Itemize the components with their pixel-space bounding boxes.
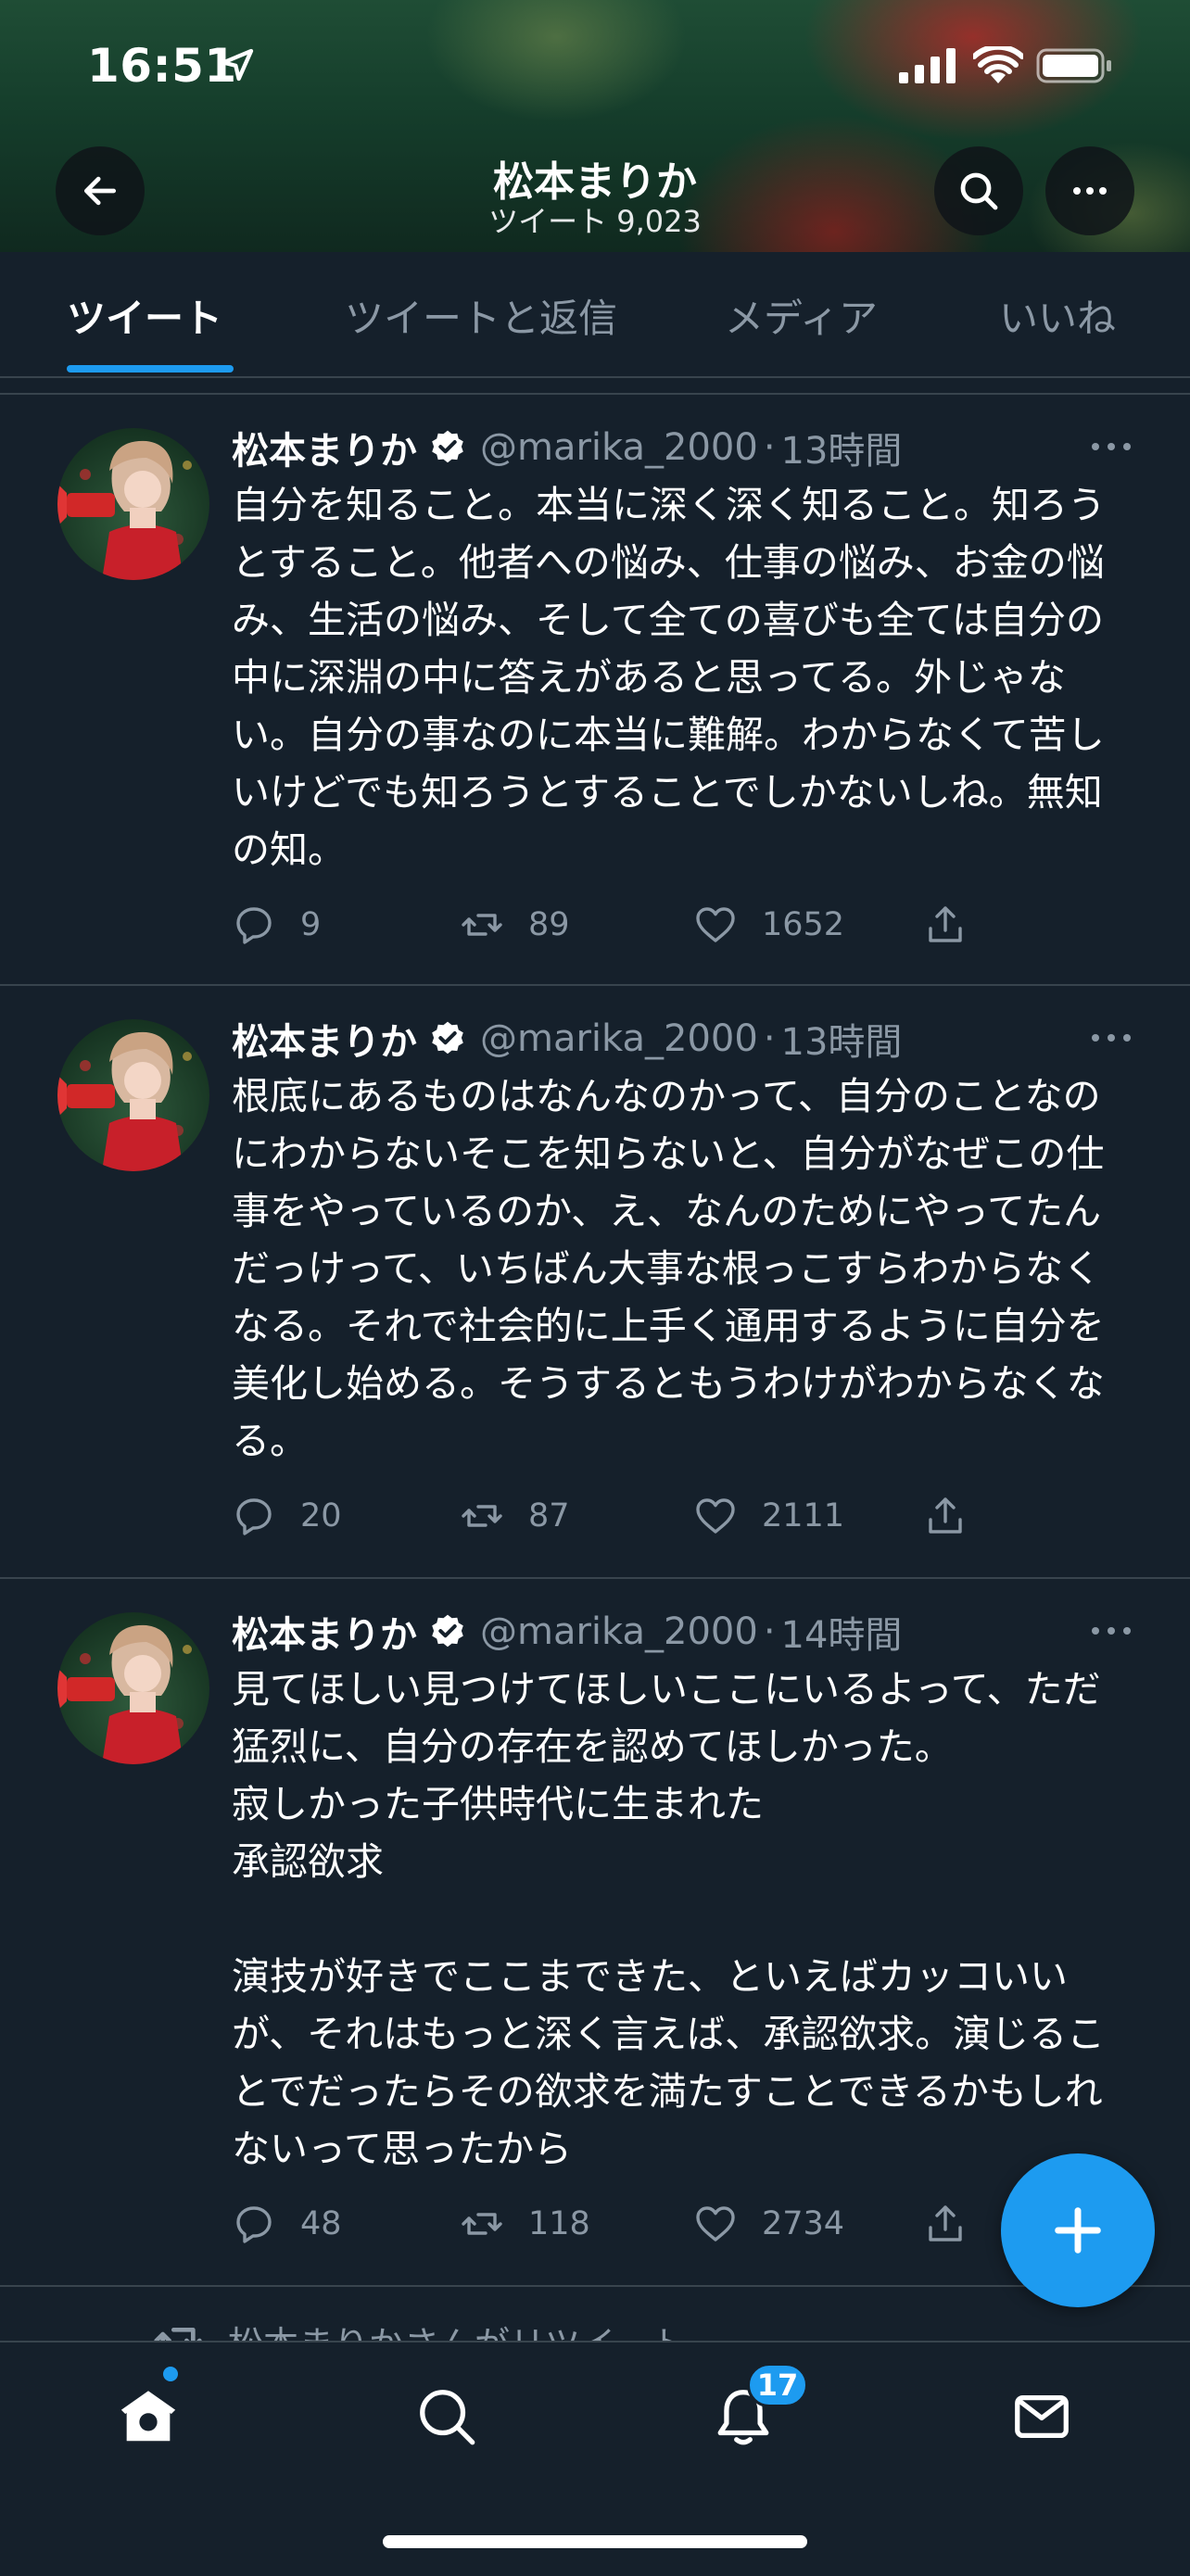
share-button[interactable] — [923, 897, 968, 953]
reply-button[interactable]: 48 — [232, 2196, 342, 2252]
avatar[interactable] — [57, 1612, 209, 1764]
tab-tweets-and-replies[interactable]: ツイートと返信 — [345, 287, 617, 344]
tweet-text: 自分を知ること。本当に深く深く知ること。知ろうとすること。他者への悩み、仕事の悩… — [232, 483, 1106, 872]
retweet-icon — [462, 2213, 502, 2235]
author-handle[interactable]: @marika_2000 — [480, 1017, 758, 1060]
search-icon — [420, 2390, 475, 2445]
tweet-time[interactable]: 13時間 — [781, 1012, 903, 1066]
like-icon — [696, 907, 735, 942]
share-button[interactable] — [923, 2196, 968, 2252]
author-name[interactable]: 松本まりか — [232, 1012, 417, 1066]
verified-badge-icon — [432, 1021, 463, 1054]
like-count: 2111 — [762, 1497, 845, 1534]
tweet-text: 見てほしい見つけてほしいここにいるよって、ただ猛烈に、自分の存在を認めてほしかっ… — [232, 1667, 1106, 2171]
tweet-2[interactable]: 松本まりか @marika_2000 · 13時間 根底にあるものはなんなのかっ… — [0, 986, 1190, 1577]
retweet-button[interactable]: 118 — [460, 2196, 590, 2252]
tweet-actions: 9 89 1652 — [232, 897, 1121, 953]
profile-header: 16:51 松本まりか ツイート 9,023 — [0, 0, 1190, 252]
retweet-icon — [462, 914, 502, 936]
compose-tweet-button[interactable] — [1001, 2153, 1155, 2307]
like-count: 2734 — [762, 2205, 845, 2242]
author-name[interactable]: 松本まりか — [232, 1605, 417, 1659]
more-button[interactable] — [1045, 146, 1134, 235]
like-count: 1652 — [762, 906, 845, 943]
share-button[interactable] — [923, 1488, 968, 1544]
separator-dot: · — [763, 1610, 776, 1653]
tweet-time[interactable]: 13時間 — [781, 421, 903, 474]
status-time: 16:51 — [87, 39, 237, 93]
like-icon — [696, 2206, 735, 2241]
verified-badge-icon — [432, 1614, 463, 1648]
share-icon — [929, 1497, 962, 1534]
tweet-1[interactable]: 松本まりか @marika_2000 · 13時間 自分を知ること。本当に深く深… — [0, 395, 1190, 984]
search-icon — [960, 172, 998, 210]
tweet-time[interactable]: 14時間 — [781, 1605, 903, 1659]
location-arrow-icon — [221, 48, 254, 82]
like-button[interactable]: 1652 — [693, 897, 844, 953]
home-indicator[interactable] — [383, 2535, 807, 2548]
tweet-more-icon[interactable] — [1088, 1622, 1134, 1640]
tab-tweets[interactable]: ツイート — [67, 287, 222, 344]
tweet-header: 松本まりか @marika_2000 · 13時間 — [232, 421, 902, 474]
avatar-image — [57, 440, 192, 580]
divider — [0, 2285, 1190, 2287]
reply-count: 20 — [300, 1497, 342, 1534]
avatar[interactable] — [57, 428, 209, 580]
like-button[interactable]: 2734 — [693, 2196, 844, 2252]
profile-tabs: ツイート ツイートと返信 メディア いいね — [0, 252, 1190, 378]
nav-home[interactable] — [111, 2380, 185, 2454]
retweet-count: 89 — [528, 906, 570, 943]
home-icon — [120, 2391, 176, 2442]
author-handle[interactable]: @marika_2000 — [480, 426, 758, 469]
tweet-header: 松本まりか @marika_2000 · 13時間 — [232, 1012, 902, 1066]
retweet-button[interactable]: 87 — [460, 1488, 570, 1544]
wifi-icon — [973, 46, 1023, 83]
share-icon — [929, 906, 962, 942]
tweet-text: 根底にあるものはなんなのかって、自分のことなのにわからないそこを知らないと、自分… — [232, 1074, 1105, 1463]
battery-icon — [1036, 48, 1111, 83]
retweet-count: 87 — [528, 1497, 570, 1534]
separator-dot: · — [763, 1017, 776, 1060]
separator-dot: · — [763, 426, 776, 469]
reply-count: 48 — [300, 2205, 342, 2242]
share-icon — [929, 2205, 962, 2241]
nav-search[interactable] — [410, 2380, 484, 2454]
more-icon — [1073, 187, 1107, 195]
search-button[interactable] — [934, 146, 1023, 235]
retweet-button[interactable]: 89 — [460, 897, 570, 953]
tweet-3[interactable]: 松本まりか @marika_2000 · 14時間 見てほしい見つけてほしいここ… — [0, 1579, 1190, 2285]
cellular-signal-icon — [899, 48, 956, 83]
reply-icon — [236, 1498, 272, 1535]
like-icon — [696, 1498, 735, 1534]
notifications-badge: 17 — [747, 2363, 808, 2407]
retweet-count: 118 — [528, 2205, 590, 2242]
avatar-image — [57, 1031, 192, 1171]
compose-plus-icon — [1055, 2207, 1101, 2254]
retweet-icon — [462, 1505, 502, 1527]
tab-media[interactable]: メディア — [725, 287, 878, 344]
author-handle[interactable]: @marika_2000 — [480, 1610, 758, 1653]
reply-icon — [236, 907, 272, 944]
tweet-actions: 20 87 2111 — [232, 1488, 1121, 1544]
avatar[interactable] — [57, 1019, 209, 1171]
author-name[interactable]: 松本まりか — [232, 421, 417, 474]
tweet-actions: 48 118 2734 — [232, 2196, 1121, 2252]
like-button[interactable]: 2111 — [693, 1488, 844, 1544]
reply-button[interactable]: 9 — [232, 897, 321, 953]
verified-badge-icon — [432, 430, 463, 463]
tweet-more-icon[interactable] — [1088, 437, 1134, 456]
reply-icon — [236, 2206, 272, 2243]
tweet-more-icon[interactable] — [1088, 1029, 1134, 1047]
reply-button[interactable]: 20 — [232, 1488, 342, 1544]
active-tab-indicator — [67, 365, 234, 373]
nav-messages[interactable] — [1005, 2380, 1079, 2454]
home-unread-dot — [163, 2367, 178, 2381]
tab-likes[interactable]: いいね — [999, 287, 1116, 344]
messages-icon — [1015, 2394, 1069, 2439]
reply-count: 9 — [300, 906, 322, 943]
avatar-image — [57, 1624, 192, 1764]
tweet-header: 松本まりか @marika_2000 · 14時間 — [232, 1605, 902, 1659]
